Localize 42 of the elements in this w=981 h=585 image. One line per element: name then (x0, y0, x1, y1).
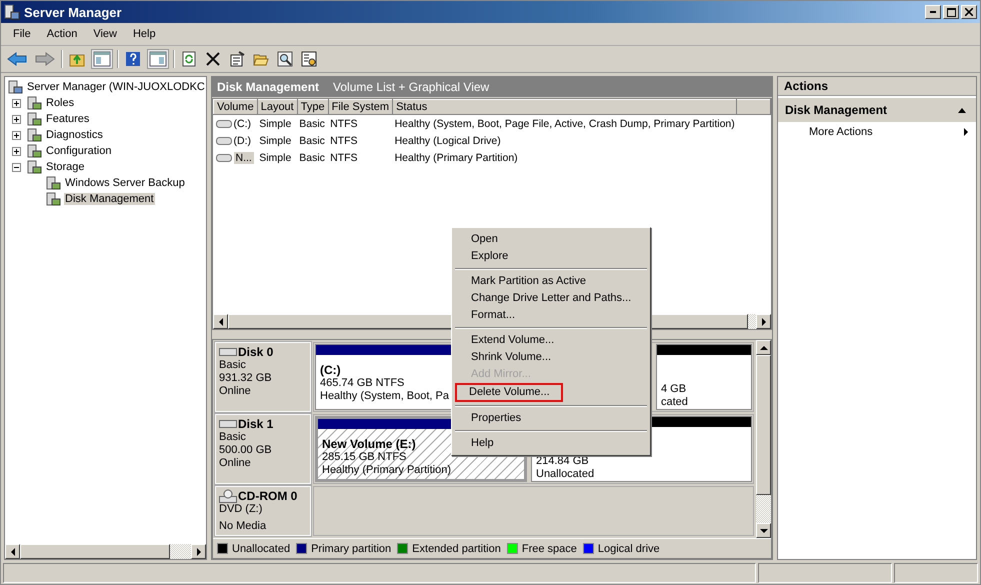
window-title: Server Manager (24, 4, 123, 20)
disk-detail: 931.32 GB (219, 372, 273, 385)
table-cell: Basic (299, 118, 325, 130)
table-cell: Basic (299, 152, 325, 164)
table-cell: Healthy (Logical Drive) (394, 134, 501, 146)
disk-detail: Online (219, 385, 252, 398)
disk-detail: 500.00 GB (219, 444, 273, 457)
table-cell: NTFS (330, 118, 358, 130)
pane-subtitle: Volume List + Graphical View (333, 80, 490, 94)
disk-detail: DVD (Z:) (219, 503, 264, 516)
table-cell: Healthy (System, Boot, Page File, Active, Crash Dump, Primary Partition) (394, 118, 735, 130)
partition-detail: Healthy (Primary Partition) (322, 464, 451, 477)
table-cell: Simple (259, 152, 292, 164)
legend-label: Extended partition (412, 542, 501, 554)
table-cell: NTFS (330, 134, 358, 146)
legend-label: Logical drive (598, 542, 660, 554)
table-cell: NTFS (330, 152, 358, 164)
legend-label: Primary partition (311, 542, 392, 554)
disk-name: CD-ROM 0 (238, 489, 298, 503)
disk-detail: Basic (219, 431, 247, 444)
disk-name: Disk 0 (238, 345, 274, 359)
section-title: Disk Management (785, 103, 888, 117)
partition-detail: cated (661, 396, 688, 409)
partition-name: New Volume (E:) (322, 437, 416, 451)
disk-detail: Basic (219, 359, 247, 372)
partition-detail: 465.74 GB NTFS (320, 377, 404, 390)
partition-detail: 285.15 GB NTFS (322, 451, 406, 464)
legend-label: Unallocated (232, 542, 290, 554)
partition-detail: Healthy (System, Boot, Pa (320, 390, 449, 403)
disk-detail: No Media (219, 520, 268, 533)
table-cell: Simple (259, 118, 292, 130)
partition-detail: Unallocated (536, 468, 594, 481)
disk-detail: Online (219, 457, 252, 470)
table-cell: Simple (259, 134, 292, 146)
partition-detail: 4 GB (661, 383, 686, 396)
partition-name: (C:) (320, 363, 341, 377)
legend-label: Free space (522, 542, 577, 554)
pane-title: Disk Management (217, 80, 320, 94)
table-cell: Basic (299, 134, 325, 146)
actions-header: Actions (778, 77, 976, 96)
table-cell: Healthy (Primary Partition) (394, 152, 518, 164)
disk-name: Disk 1 (238, 417, 274, 431)
